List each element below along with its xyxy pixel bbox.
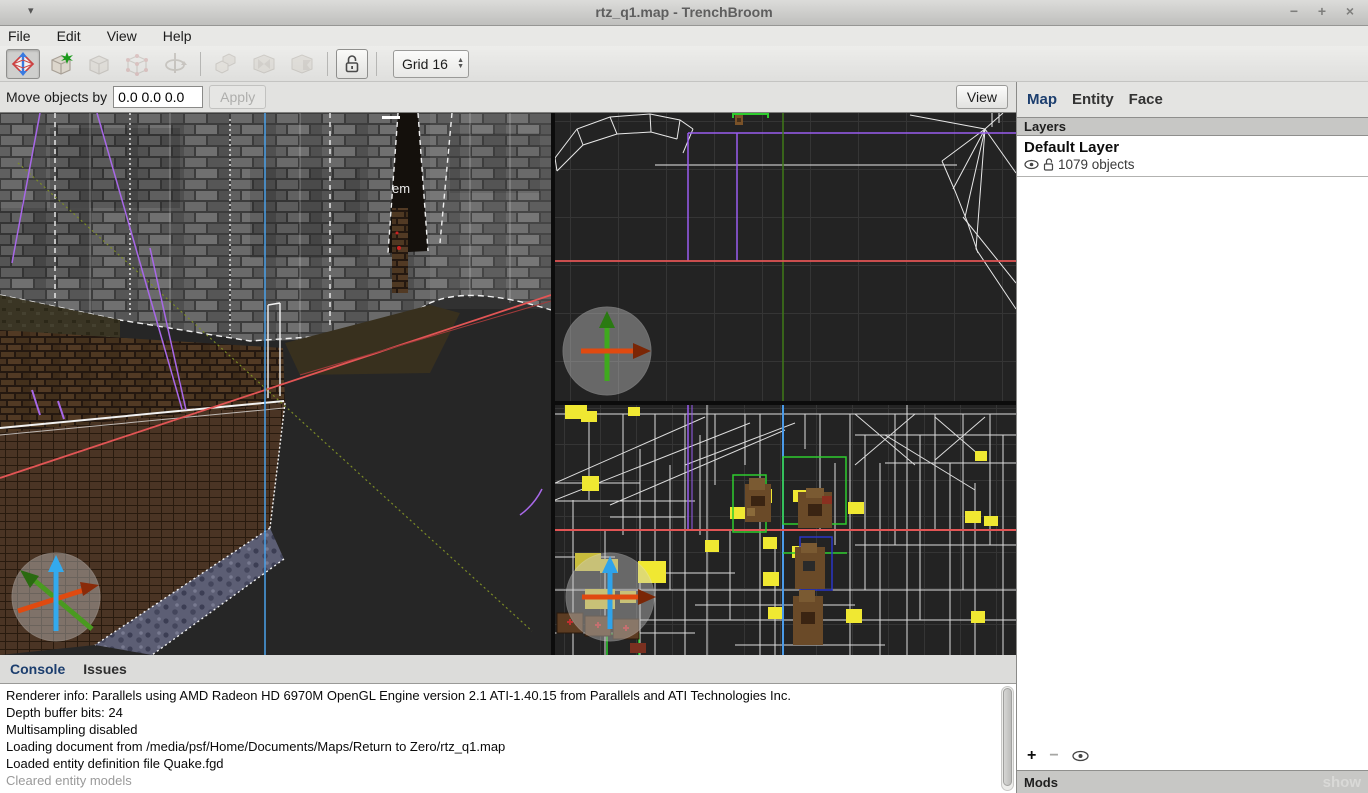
move-objects-bar: Move objects by Apply View xyxy=(0,82,1016,113)
scrollbar-thumb[interactable] xyxy=(1003,688,1012,786)
texture-lock-icon xyxy=(341,53,363,75)
maximize-button[interactable]: + xyxy=(1314,3,1330,19)
viewport-2d-bottom[interactable] xyxy=(555,405,1016,655)
close-button[interactable]: × xyxy=(1342,3,1358,19)
mods-header[interactable]: Mods show xyxy=(1017,770,1368,793)
clip-tool-icon xyxy=(86,51,112,77)
create-brush-icon xyxy=(48,51,74,77)
log-line: Renderer info: Parallels using AMD Radeo… xyxy=(6,687,992,704)
menu-file[interactable]: File xyxy=(8,28,31,44)
create-brush-tool-button[interactable] xyxy=(44,49,78,79)
grid-size-label: Grid 16 xyxy=(402,56,457,72)
add-layer-button[interactable]: + xyxy=(1027,747,1036,765)
layer-list-item[interactable]: Default Layer 1079 objects xyxy=(1017,136,1368,177)
csg-intersect-button[interactable] xyxy=(285,49,319,79)
rotate-tool-button[interactable] xyxy=(158,49,192,79)
white-tick xyxy=(382,116,400,119)
toolbar-separator xyxy=(200,52,201,76)
viewport-2d-top-scene xyxy=(555,113,1016,401)
layer-name: Default Layer xyxy=(1024,139,1361,156)
tab-issues[interactable]: Issues xyxy=(83,661,127,677)
tab-console[interactable]: Console xyxy=(10,661,65,677)
csg-convex-merge-icon xyxy=(213,51,239,77)
console-tab-bar: Console Issues xyxy=(0,655,1016,684)
toolbar-separator xyxy=(327,52,328,76)
console-panel: Console Issues Renderer info: Parallels … xyxy=(0,655,1016,793)
move-objects-label: Move objects by xyxy=(6,89,107,105)
viewport-2d-bottom-scene xyxy=(555,405,1016,655)
compass-gizmo-3d xyxy=(12,553,100,641)
csg-intersect-icon xyxy=(289,51,315,77)
minimize-button[interactable]: − xyxy=(1286,3,1302,19)
remove-layer-button[interactable]: − xyxy=(1049,747,1058,765)
log-line: Multisampling disabled xyxy=(6,721,992,738)
layers-header: Layers xyxy=(1017,117,1368,136)
mods-header-label: Mods xyxy=(1024,775,1058,790)
csg-subtract-icon xyxy=(251,51,277,77)
move-objects-input[interactable] xyxy=(113,86,203,108)
log-line: Depth buffer bits: 24 xyxy=(6,704,992,721)
mods-show-toggle[interactable]: show xyxy=(1323,774,1361,791)
layer-buttons: + − xyxy=(1017,742,1368,770)
menu-bar: File Edit View Help xyxy=(0,26,1368,46)
tab-entity[interactable]: Entity xyxy=(1072,91,1114,108)
spinner-down-icon[interactable]: ▼ xyxy=(457,64,464,70)
toolbar-separator xyxy=(376,52,377,76)
rotate-tool-icon xyxy=(162,51,188,77)
log-line: Loaded entity definition file Quake.fgd xyxy=(6,755,992,772)
layers-header-label: Layers xyxy=(1024,119,1066,134)
view-dropdown-button[interactable]: View xyxy=(956,85,1008,109)
menu-view[interactable]: View xyxy=(107,28,137,44)
window-titlebar: ▾ rtz_q1.map - TrenchBroom − + × xyxy=(0,0,1368,26)
entity-label-fragment: em xyxy=(392,181,410,196)
toolbar: Grid 16 ▲ ▼ xyxy=(0,46,1368,82)
compass-gizmo-2d-top xyxy=(563,307,651,395)
csg-subtract-button[interactable] xyxy=(247,49,281,79)
toggle-visibility-icon[interactable] xyxy=(1072,750,1089,762)
selection-tool-button[interactable] xyxy=(6,49,40,79)
inspector-panel: Map Entity Face Layers Default Layer 107… xyxy=(1016,82,1368,793)
vertex-tool-icon xyxy=(124,51,150,77)
window-title: rtz_q1.map - TrenchBroom xyxy=(0,4,1368,20)
grid-size-spinner[interactable]: Grid 16 ▲ ▼ xyxy=(393,50,469,78)
csg-convex-merge-button[interactable] xyxy=(209,49,243,79)
viewport-3d-scene: em xyxy=(0,113,551,655)
console-scrollbar[interactable] xyxy=(1001,686,1014,791)
apply-button[interactable]: Apply xyxy=(209,85,266,109)
viewport-2d-top[interactable] xyxy=(555,113,1016,401)
eye-icon[interactable] xyxy=(1024,159,1039,170)
menu-edit[interactable]: Edit xyxy=(57,28,81,44)
texture-lock-button[interactable] xyxy=(336,49,368,79)
selection-tool-icon xyxy=(10,51,36,77)
tab-face[interactable]: Face xyxy=(1129,91,1163,108)
viewport-3d[interactable]: em xyxy=(0,113,551,655)
clip-tool-button[interactable] xyxy=(82,49,116,79)
vertex-tool-button[interactable] xyxy=(120,49,154,79)
tab-map[interactable]: Map xyxy=(1027,91,1057,108)
inspector-tab-bar: Map Entity Face xyxy=(1017,82,1368,117)
layer-object-count: 1079 objects xyxy=(1058,157,1135,172)
log-line: Loading document from /media/psf/Home/Do… xyxy=(6,738,992,755)
console-log[interactable]: Renderer info: Parallels using AMD Radeo… xyxy=(0,684,998,793)
log-line: Cleared entity models xyxy=(6,772,992,789)
menu-help[interactable]: Help xyxy=(163,28,192,44)
gray-brick-wall xyxy=(0,113,551,341)
lock-open-icon[interactable] xyxy=(1043,158,1054,171)
